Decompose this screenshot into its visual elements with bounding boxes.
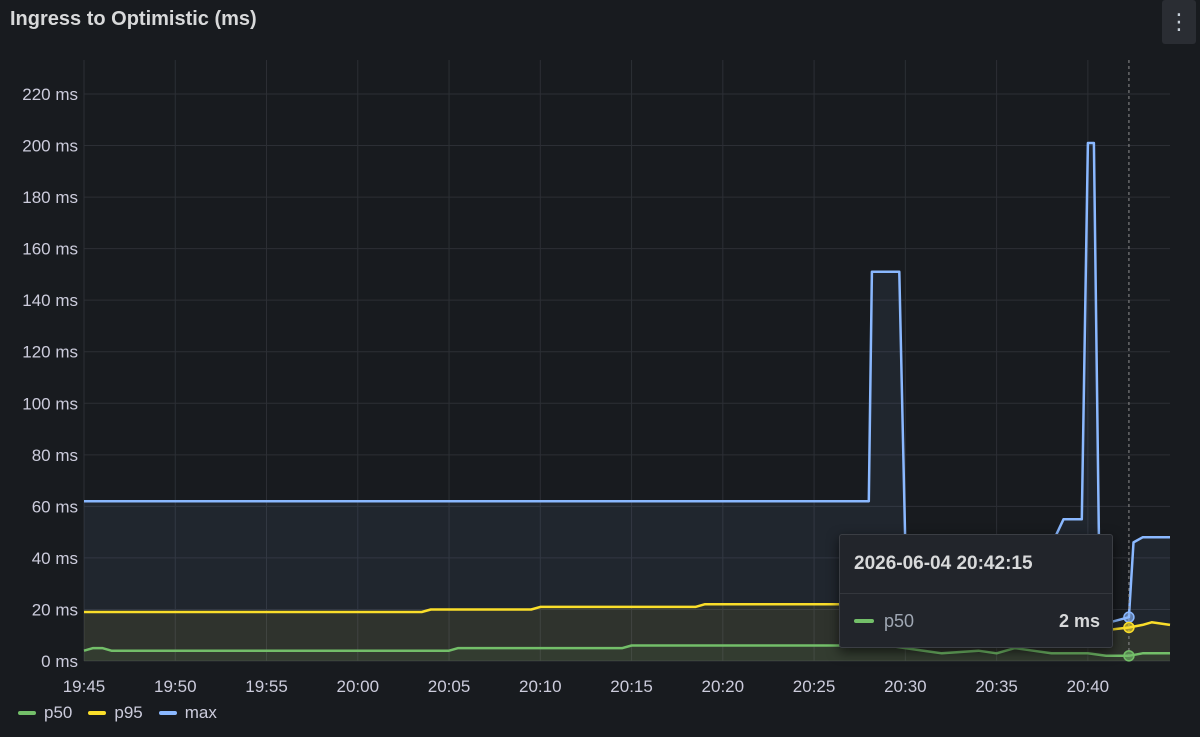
legend-item-p50[interactable]: p50 [18,703,72,723]
x-tick-label: 20:10 [519,677,562,696]
tooltip-series-swatch [854,619,874,623]
y-tick-label: 0 ms [41,652,78,671]
tooltip-series-name: p50 [884,610,915,631]
tooltip-timestamp: 2026-06-04 20:42:15 [854,553,1033,574]
y-tick-label: 80 ms [32,446,78,465]
y-tick-label: 160 ms [22,240,78,259]
legend-item-p95[interactable]: p95 [88,703,143,723]
y-tick-label: 120 ms [22,343,78,362]
tooltip-series-value: 2 ms [1058,610,1100,631]
y-tick-label: 180 ms [22,188,78,207]
y-tick-label: 140 ms [22,291,78,310]
hover-point-p50 [1123,650,1135,662]
hover-tooltip: 2026-06-04 20:42:15 p50 2 ms [839,534,1113,648]
x-tick-label: 19:55 [245,677,288,696]
y-tick-label: 220 ms [22,85,78,104]
hover-point-max [1123,611,1135,623]
x-tick-label: 20:30 [884,677,927,696]
legend-label: max [184,703,217,722]
y-tick-label: 20 ms [32,600,78,619]
x-tick-label: 20:15 [610,677,653,696]
tooltip-row: p50 2 ms [854,609,1100,633]
x-tick-label: 20:05 [428,677,471,696]
hover-point-p95 [1123,621,1135,634]
y-tick-label: 100 ms [22,394,78,413]
x-tick-label: 20:25 [793,677,836,696]
legend-swatch [18,711,36,715]
x-tick-label: 20:35 [975,677,1018,696]
legend-label: p95 [114,703,143,722]
x-tick-label: 19:45 [63,677,106,696]
legend-swatch [88,711,107,715]
legend-label: p50 [44,703,73,722]
legend-item-max[interactable]: max [158,703,217,723]
legend-swatch [158,711,177,715]
x-tick-label: 20:20 [702,677,745,696]
y-tick-label: 60 ms [32,497,78,516]
y-tick-label: 200 ms [22,137,78,156]
x-tick-label: 19:50 [154,677,197,696]
y-tick-label: 40 ms [32,549,78,568]
tooltip-divider [840,593,1112,594]
x-tick-label: 20:40 [1067,677,1110,696]
x-tick-label: 20:00 [337,677,380,696]
chart-legend: p50 p95 max [18,703,233,723]
